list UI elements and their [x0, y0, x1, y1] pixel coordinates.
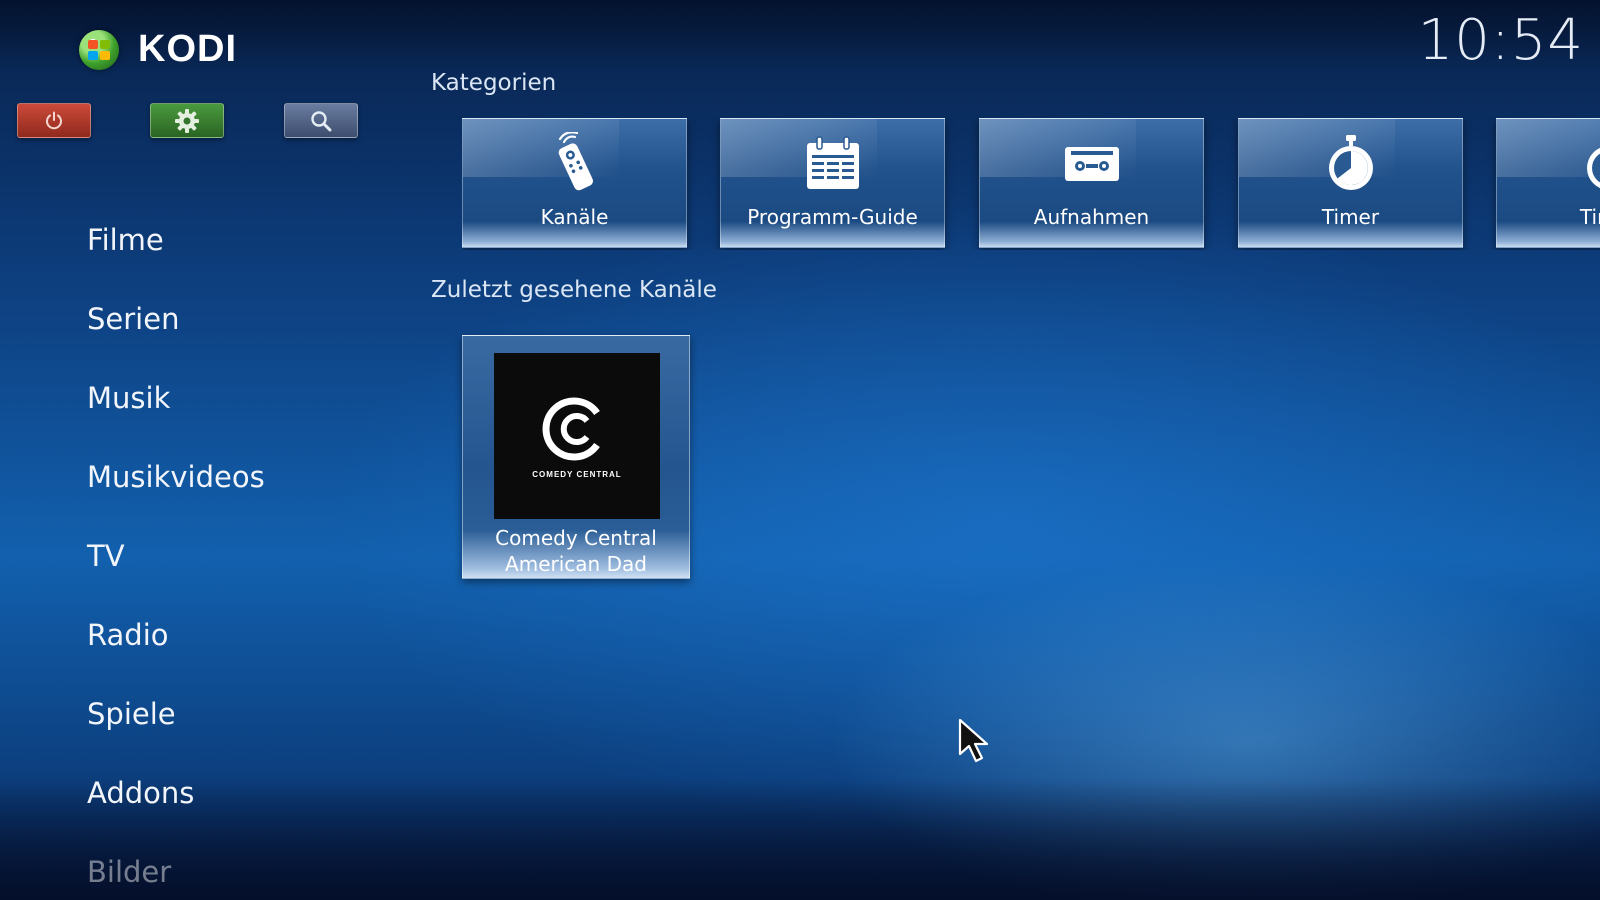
- categories-row: Kanäle Programm-Guide Aufnahmen Timer Ti: [462, 118, 1600, 250]
- menu-item-radio[interactable]: Radio: [87, 610, 265, 689]
- comedy-central-logo-icon: [542, 397, 600, 460]
- menu-item-serien[interactable]: Serien: [87, 294, 265, 373]
- program-name: American Dad: [505, 552, 647, 576]
- timer-rule-icon: [1586, 147, 1600, 189]
- power-button[interactable]: [17, 103, 91, 138]
- search-button[interactable]: [284, 103, 358, 138]
- channel-info: Comedy Central American Dad: [463, 525, 689, 577]
- recent-channel-tile[interactable]: COMEDY CENTRAL Comedy Central American D…: [462, 335, 690, 579]
- category-label: Aufnahmen: [1033, 205, 1150, 229]
- channel-name: Comedy Central: [495, 526, 657, 550]
- channel-logo-text: COMEDY CENTRAL: [532, 469, 622, 479]
- menu-item-filme[interactable]: Filme: [87, 215, 265, 294]
- category-label: Timer: [1321, 205, 1380, 229]
- menu-item-musik[interactable]: Musik: [87, 373, 265, 452]
- logo-text: KODI: [138, 28, 237, 70]
- main-menu: Filme Serien Musik Musikvideos TV Radio …: [87, 215, 265, 900]
- power-icon: [46, 111, 62, 129]
- category-tile-aufnahmen[interactable]: Aufnahmen: [979, 118, 1204, 248]
- mouse-cursor: [958, 718, 992, 768]
- menu-item-tv[interactable]: TV: [87, 531, 265, 610]
- recent-channels-title: Zuletzt gesehene Kanäle: [431, 277, 717, 303]
- menu-item-addons[interactable]: Addons: [87, 768, 265, 847]
- category-tile-timer-rules[interactable]: Timer: [1496, 118, 1600, 248]
- gear-icon: [175, 108, 199, 133]
- menu-item-bilder[interactable]: Bilder: [87, 847, 265, 900]
- search-icon: [311, 110, 332, 131]
- category-label: Timer: [1579, 205, 1600, 229]
- top-shade: [0, 0, 1600, 70]
- arrow-cursor-icon: [958, 718, 989, 763]
- kodi-logo[interactable]: KODI: [79, 28, 237, 71]
- category-tile-timer[interactable]: Timer: [1238, 118, 1463, 248]
- category-tile-programm-guide[interactable]: Programm-Guide: [720, 118, 945, 248]
- category-tile-kanaele[interactable]: Kanäle: [462, 118, 687, 248]
- clock: 10:54: [1417, 8, 1584, 73]
- menu-item-spiele[interactable]: Spiele: [87, 689, 265, 768]
- settings-button[interactable]: [150, 103, 224, 138]
- cassette-icon: [1064, 147, 1119, 181]
- menu-item-musikvideos[interactable]: Musikvideos: [87, 452, 265, 531]
- calendar-icon: [806, 136, 859, 189]
- category-label: Kanäle: [540, 205, 609, 229]
- remote-icon: [558, 132, 593, 191]
- channel-logo: COMEDY CENTRAL: [494, 353, 660, 519]
- windows-orb-icon: [79, 29, 119, 70]
- categories-title: Kategorien: [431, 70, 557, 96]
- stopwatch-icon: [1328, 135, 1373, 190]
- category-label: Programm-Guide: [747, 205, 918, 229]
